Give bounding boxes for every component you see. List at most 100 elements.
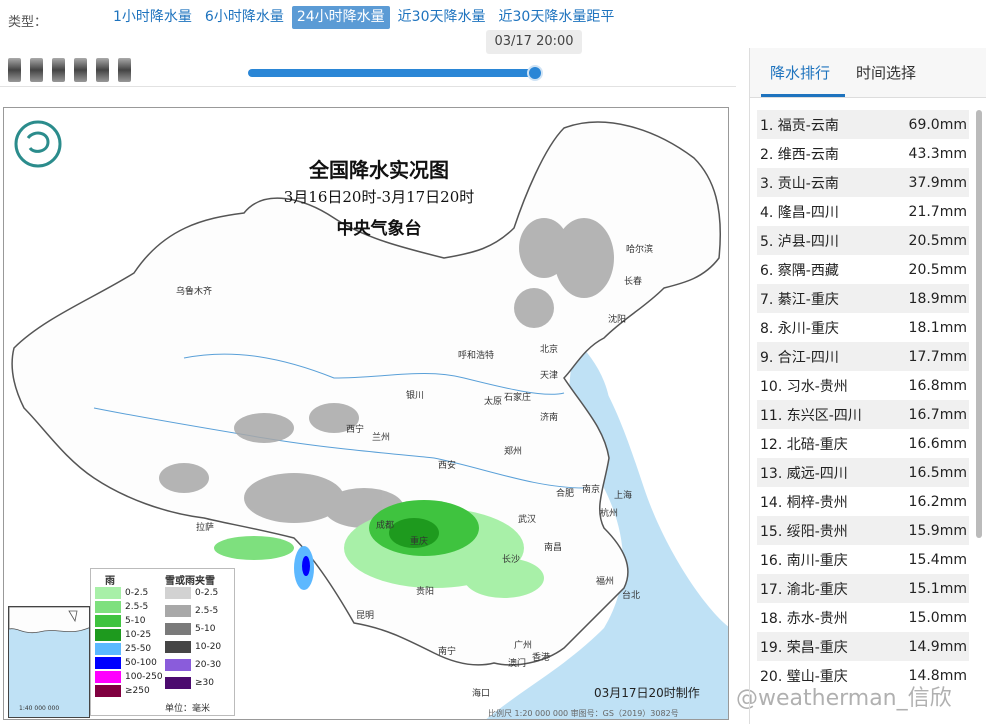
tab-30d-anomaly[interactable]: 近30天降水量距平 [494, 6, 620, 29]
ranking-row[interactable]: 20. 璧山-重庆 14.8mm [757, 661, 969, 690]
timeline: 03/17 20:00 [0, 30, 736, 96]
city-label: 长春 [624, 277, 643, 287]
ranking-place: 1. 福贡-云南 [760, 117, 839, 134]
ranking-place: 4. 隆昌-四川 [760, 204, 839, 221]
ranking-place: 2. 维西-云南 [760, 146, 839, 163]
frame-thumb[interactable] [52, 58, 65, 82]
time-slider-handle[interactable] [527, 65, 543, 81]
ranking-value: 14.9mm [908, 638, 967, 655]
map-title: 全国降水实况图 [309, 158, 449, 182]
frame-thumb[interactable] [118, 58, 131, 82]
ranking-value: 14.8mm [908, 667, 967, 684]
ranking-row[interactable]: 11. 东兴区-四川 16.7mm [757, 400, 969, 429]
city-label: 南京 [582, 485, 601, 495]
ranking-row[interactable]: 5. 泸县-四川 20.5mm [757, 226, 969, 255]
ranking-row[interactable]: 13. 威远-四川 16.5mm [757, 458, 969, 487]
ranking-place: 18. 赤水-贵州 [760, 610, 848, 627]
ranking-row[interactable]: 12. 北碚-重庆 16.6mm [757, 429, 969, 458]
inset-scale: 1:40 000 000 [19, 705, 60, 712]
city-label: 西宁 [346, 425, 365, 435]
legend-item: 100-250 [95, 670, 163, 684]
ranking-row[interactable]: 16. 南川-重庆 15.4mm [757, 545, 969, 574]
ranking-place: 10. 习水-贵州 [760, 378, 848, 395]
ranking-value: 17.7mm [908, 348, 967, 365]
city-label: 广州 [514, 641, 533, 651]
city-label: 成都 [376, 521, 395, 531]
ranking-value: 15.4mm [908, 551, 967, 568]
ranking-place: 19. 荣昌-重庆 [760, 639, 848, 656]
city-label: 太原 [484, 397, 503, 407]
ranking-row[interactable]: 18. 赤水-贵州 15.0mm [757, 603, 969, 632]
ranking-value: 16.8mm [908, 377, 967, 394]
city-label: 福州 [596, 577, 615, 587]
ranking-row[interactable]: 14. 桐梓-贵州 16.2mm [757, 487, 969, 516]
active-tab-underline [761, 94, 845, 97]
divider [0, 86, 736, 87]
time-tooltip: 03/17 20:00 [486, 30, 582, 54]
tab-1h-precip[interactable]: 1小时降水量 [108, 6, 197, 29]
city-label: 哈尔滨 [626, 245, 654, 255]
tab-30d-precip[interactable]: 近30天降水量 [393, 6, 491, 29]
ranking-scrollbar[interactable] [976, 110, 982, 538]
type-label: 类型： [8, 15, 48, 30]
ranking-row[interactable]: 6. 察隅-西藏 20.5mm [757, 255, 969, 284]
frame-thumb[interactable] [96, 58, 109, 82]
ranking-row[interactable]: 7. 綦江-重庆 18.9mm [757, 284, 969, 313]
ranking-value: 16.2mm [908, 493, 967, 510]
ranking-place: 3. 贡山-云南 [760, 175, 839, 192]
ranking-row[interactable]: 8. 永川-重庆 18.1mm [757, 313, 969, 342]
ranking-row[interactable]: 9. 合江-四川 17.7mm [757, 342, 969, 371]
ranking-place: 7. 綦江-重庆 [760, 291, 839, 308]
ranking-place: 11. 东兴区-四川 [760, 407, 862, 424]
south-china-sea-inset: 1:40 000 000 [8, 606, 90, 718]
ranking-row[interactable]: 1. 福贡-云南 69.0mm [757, 110, 969, 139]
city-label: 济南 [540, 413, 559, 423]
tab-6h-precip[interactable]: 6小时降水量 [200, 6, 289, 29]
legend-item: 0-2.5 [165, 586, 218, 600]
frame-thumb[interactable] [30, 58, 43, 82]
ranking-value: 16.7mm [908, 406, 967, 423]
legend-item: 50-100 [95, 656, 157, 670]
legend-item: ≥250 [95, 684, 150, 698]
city-label: 西安 [438, 461, 457, 471]
city-label: 武汉 [518, 515, 537, 525]
ranking-row[interactable]: 2. 维西-云南 43.3mm [757, 139, 969, 168]
city-label: 银川 [406, 391, 425, 401]
ranking-value: 43.3mm [908, 145, 967, 162]
ranking-place: 16. 南川-重庆 [760, 552, 848, 569]
legend-item: 2.5-5 [165, 604, 218, 618]
city-label: 拉萨 [196, 523, 215, 533]
ranking-row[interactable]: 10. 习水-贵州 16.8mm [757, 371, 969, 400]
ranking-row[interactable]: 4. 隆昌-四川 21.7mm [757, 197, 969, 226]
time-slider-track[interactable] [248, 69, 538, 77]
ranking-row[interactable]: 3. 贡山-云南 37.9mm [757, 168, 969, 197]
frame-thumb[interactable] [74, 58, 87, 82]
frame-thumb[interactable] [8, 58, 21, 82]
legend-item: 25-50 [95, 642, 151, 656]
ranking-row[interactable]: 19. 荣昌-重庆 14.9mm [757, 632, 969, 661]
ranking-value: 21.7mm [908, 203, 967, 220]
city-label: 贵阳 [416, 587, 435, 597]
map-org: 中央气象台 [336, 219, 422, 239]
ranking-row[interactable]: 17. 渝北-重庆 15.1mm [757, 574, 969, 603]
ranking-value: 20.5mm [908, 261, 967, 278]
ranking-value: 20.5mm [908, 232, 967, 249]
frame-thumbnails [8, 58, 131, 82]
ranking-place: 6. 察隅-西藏 [760, 262, 839, 279]
legend-item: 0-2.5 [95, 586, 148, 600]
city-label: 石家庄 [504, 393, 532, 403]
tab-precip-ranking[interactable]: 降水排行 [770, 62, 830, 83]
precip-ranking-list: 1. 福贡-云南 69.0mm 2. 维西-云南 43.3mm 3. 贡山-云南 37.9… [757, 110, 969, 690]
ranking-value: 18.9mm [908, 290, 967, 307]
city-label: 南宁 [438, 647, 457, 657]
map-legend: 雨 雪或雨夹雪 0-2.5 2.5-5 5-10 10-25 25-50 50-… [90, 568, 235, 716]
city-label: 南昌 [544, 543, 563, 553]
tab-24h-precip[interactable]: 24小时降水量 [291, 6, 390, 29]
tab-time-select[interactable]: 时间选择 [856, 62, 916, 83]
city-label: 兰州 [372, 433, 391, 443]
legend-item: 5-10 [165, 622, 215, 636]
ranking-row[interactable]: 15. 绥阳-贵州 15.9mm [757, 516, 969, 545]
city-label: 合肥 [556, 489, 575, 499]
ranking-place: 17. 渝北-重庆 [760, 581, 848, 598]
legend-item: 5-10 [95, 614, 145, 628]
